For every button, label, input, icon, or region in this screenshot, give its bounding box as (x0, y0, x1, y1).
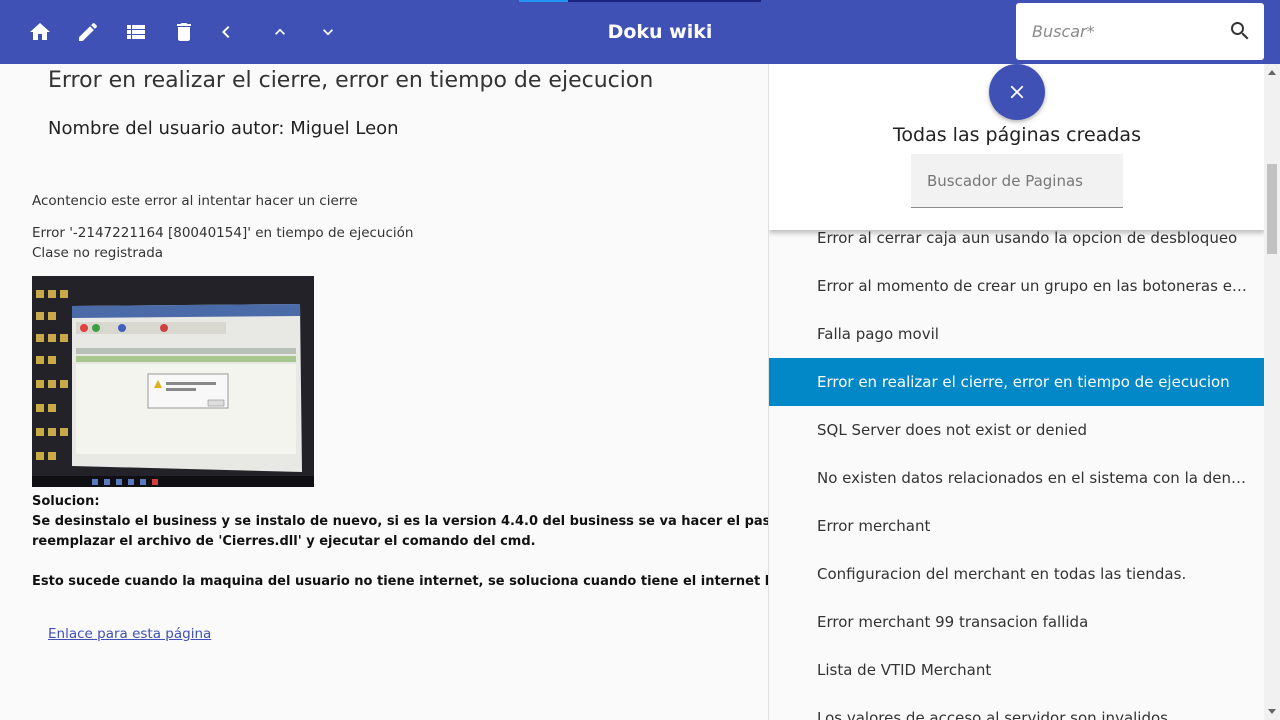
error-detail: Clase no registrada (32, 245, 164, 261)
scroll-up-arrow[interactable] (1268, 70, 1276, 75)
intro-text: Acontencio este error al intentar hacer … (32, 193, 358, 209)
solution-note: Esto sucede cuando la maquina del usuari… (32, 574, 768, 589)
app-title: Doku wiki (607, 21, 713, 43)
panel-title: Todas las páginas creadas (893, 124, 1141, 146)
top-app-bar: Doku wiki (0, 0, 1280, 64)
list-item[interactable]: Falla pago movil (769, 310, 1264, 358)
chevron-down-icon (323, 29, 333, 36)
close-icon (1010, 85, 1024, 99)
chevron-up-icon (275, 28, 285, 35)
scroll-down-arrow[interactable] (1268, 709, 1276, 714)
list-item[interactable]: Lista de VTID Merchant (769, 646, 1264, 694)
back-button[interactable] (210, 16, 242, 48)
article-content: Error en realizar el cierre, error en ti… (0, 64, 768, 720)
error-screenshot-image (32, 276, 314, 487)
list-item[interactable]: Los valores de acceso al servidor son in… (769, 694, 1264, 720)
delete-icon (177, 23, 191, 41)
page-title: Error en realizar el cierre, error en ti… (48, 68, 654, 93)
home-button[interactable] (24, 16, 56, 48)
list-item[interactable]: Error al momento de crear un grupo en la… (769, 262, 1264, 310)
back-icon (222, 26, 230, 38)
delete-button[interactable] (168, 16, 200, 48)
scroll-down-button[interactable] (312, 16, 344, 48)
scrollbar-thumb[interactable] (1267, 164, 1277, 254)
search-button[interactable] (1228, 19, 1252, 43)
pages-panel-header: Todas las páginas creadas (769, 64, 1264, 230)
list-item[interactable]: Configuracion del merchant en todas las … (769, 550, 1264, 598)
list-item[interactable]: Error merchant 99 transacion fallida (769, 598, 1264, 646)
page-scrollbar[interactable] (1264, 64, 1280, 720)
list-item[interactable]: SQL Server does not exist or denied (769, 406, 1264, 454)
list-button[interactable] (120, 16, 152, 48)
solution-text-line1: Se desinstalo el business y se instalo d… (32, 514, 768, 529)
edit-icon (79, 22, 98, 41)
search-icon (1231, 22, 1249, 40)
search-box (1016, 3, 1264, 60)
scroll-up-button[interactable] (264, 16, 296, 48)
page-permalink[interactable]: Enlace para esta página (48, 626, 211, 642)
search-input[interactable] (1016, 3, 1216, 60)
close-panel-button[interactable] (989, 64, 1045, 120)
edit-button[interactable] (72, 16, 104, 48)
pages-list: Error al cerrar caja aun usando la opcio… (769, 214, 1264, 720)
solution-text-line2: reemplazar el archivo de 'Cierres.dll' y… (32, 534, 536, 549)
error-message: Error '-2147221164 [80040154]' en tiempo… (32, 225, 414, 241)
author-line: Nombre del usuario autor: Miguel Leon (48, 118, 399, 139)
list-item[interactable]: No existen datos relacionados en el sist… (769, 454, 1264, 502)
list-icon (127, 25, 145, 39)
list-item-active[interactable]: Error en realizar el cierre, error en ti… (769, 358, 1264, 406)
list-item[interactable]: Error merchant (769, 502, 1264, 550)
page-search-input[interactable] (911, 154, 1123, 207)
solution-label: Solucion: (32, 494, 100, 509)
pages-panel: Todas las páginas creadas Error al cerra… (768, 64, 1264, 720)
page-search-field (911, 154, 1123, 208)
home-icon (30, 23, 50, 40)
